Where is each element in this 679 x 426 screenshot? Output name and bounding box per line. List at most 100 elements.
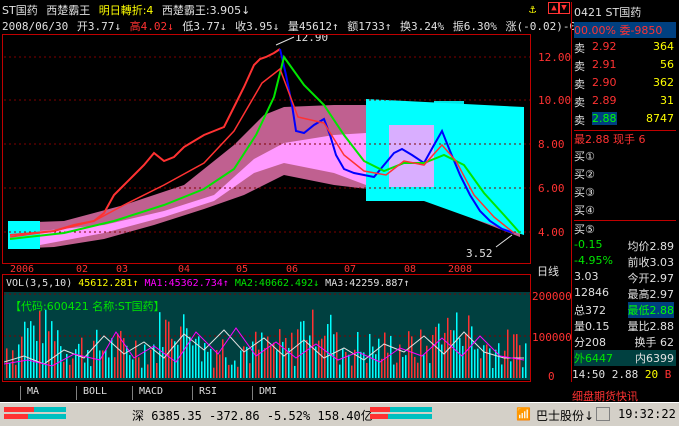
bid-row-1[interactable]: 买① (574, 148, 676, 164)
volume-bar (222, 339, 224, 378)
y-tick-12: 12.00 (538, 51, 572, 64)
volume-bar (240, 350, 242, 378)
volume-bar (156, 362, 158, 378)
volume-bar (108, 357, 110, 378)
volume-bar (492, 367, 494, 378)
lock-icon[interactable]: ⚓ (529, 2, 543, 16)
volume-bar (438, 323, 440, 378)
volume-bar (183, 314, 185, 378)
ask-row-1[interactable]: 卖 2.88 8747 (574, 112, 676, 128)
volume-bar (150, 349, 152, 378)
volume-bar (192, 345, 194, 378)
volume-bar (126, 345, 128, 378)
alert-stock[interactable]: 巴士股份↓ (536, 407, 594, 424)
vol-ma1: MA1:45362.734↑ (144, 278, 229, 289)
quote-amount: 额1733↑ (347, 20, 392, 33)
volume-bar (300, 321, 302, 378)
tick-list: 14:50 2.88 20 B (572, 368, 677, 381)
volume-bar (423, 354, 425, 378)
stat-row: 总372 最低2.88 (574, 302, 676, 318)
bid-row-2[interactable]: 买② (574, 166, 676, 182)
high-marker-label: 12.90 (295, 35, 328, 44)
volume-bar (195, 338, 197, 378)
volume-bar (210, 348, 212, 378)
volume-bar (294, 365, 296, 378)
ask-volume: 362 (653, 76, 674, 89)
bid-row-3[interactable]: 买③ (574, 184, 676, 200)
tab-ma[interactable]: MA (20, 386, 76, 400)
volume-bar (510, 361, 512, 378)
volume-bar (327, 324, 329, 378)
period-label[interactable]: 日线 (537, 263, 559, 279)
volume-bar (441, 344, 443, 378)
outer-volume: 外6447 (574, 352, 613, 365)
ask-label: 卖 (574, 42, 585, 55)
volume-bar (45, 309, 47, 378)
stat-row: 量0.15 量比2.88 (574, 318, 676, 334)
volume-bar (360, 351, 362, 378)
low-marker-label: 3.52 (466, 247, 493, 260)
volume-bar (234, 360, 236, 378)
volume-bar (105, 349, 107, 378)
stat-a: -4.95% (574, 254, 613, 267)
volume-bar (216, 349, 218, 378)
tab-macd[interactable]: MACD (132, 386, 192, 400)
volume-bar (393, 364, 395, 378)
ask-row-3[interactable]: 卖 2.90 362 (574, 76, 676, 92)
ask-row-4[interactable]: 卖 2.91 56 (574, 58, 676, 74)
quote-date: 2008/06/30 (2, 20, 69, 33)
inner-volume: 内6399 (635, 352, 674, 365)
ask-price: 2.89 (592, 94, 617, 107)
quote-low: 低3.77↓ (182, 20, 227, 33)
volume-bar (270, 346, 272, 378)
volume-bar (159, 312, 161, 378)
volume-bar (138, 357, 140, 378)
ask-row-2[interactable]: 卖 2.89 31 (574, 94, 676, 110)
volume-bar (63, 361, 65, 378)
volume-bar (339, 364, 341, 378)
stat-row: -0.15 均价2.89 (574, 238, 676, 254)
indicator-value: 西楚霸王:3.905↓ (161, 4, 251, 17)
volume-bar (417, 362, 419, 378)
volume-bar (285, 337, 287, 378)
volume-bar (75, 349, 77, 378)
ask-volume: 56 (660, 58, 674, 71)
tab-dmi[interactable]: DMI (252, 386, 312, 400)
volume-bar (459, 338, 461, 378)
ask-price: 2.91 (592, 58, 617, 71)
x-tick: 02 (76, 264, 89, 275)
x-tick: 05 (236, 264, 249, 275)
volume-bar (405, 355, 407, 378)
volume-bar (48, 331, 50, 378)
y-tick-10: 10.00 (538, 94, 572, 107)
ask-row-5[interactable]: 卖 2.92 364 (574, 40, 676, 56)
volume-bar (513, 334, 515, 378)
volume-header: VOL(3,5,10) 45612.281↑ MA1:45362.734↑ MA… (6, 278, 409, 289)
ask-price: 2.90 (592, 76, 617, 89)
y-tick-4: 4.00 (538, 226, 565, 239)
volume-bar (177, 344, 179, 378)
volume-bar (249, 363, 251, 378)
volume-bar (411, 336, 413, 378)
bid-row-5[interactable]: 买⑤ (574, 220, 676, 236)
volume-bar (468, 315, 470, 378)
tab-rsi[interactable]: RSI (192, 386, 252, 400)
stat-row: -4.95% 前收3.03 (574, 254, 676, 270)
volume-bar (453, 330, 455, 378)
x-tick: 2008 (448, 264, 473, 275)
panel-title: 0421 ST国药 (574, 6, 642, 19)
volume-bar (15, 364, 17, 378)
volume-bar (78, 343, 80, 378)
weibi-row: 00.00% 委-9850 (574, 22, 676, 38)
volume-bar (24, 321, 26, 378)
stat-b: 最高2.97 (627, 288, 675, 301)
signal-icon[interactable]: 📶 (516, 407, 531, 421)
kline-chart[interactable]: 12.90 3.52 (4, 35, 530, 263)
window-icon[interactable] (596, 407, 610, 421)
tab-boll[interactable]: BOLL (76, 386, 132, 400)
stat-row: 分208 换手 62 (574, 334, 676, 350)
down-arrow-icon[interactable]: ▼ (558, 2, 570, 14)
volume-bar (483, 345, 485, 378)
volume-bar (72, 358, 74, 378)
bid-row-4[interactable]: 买④ (574, 202, 676, 218)
